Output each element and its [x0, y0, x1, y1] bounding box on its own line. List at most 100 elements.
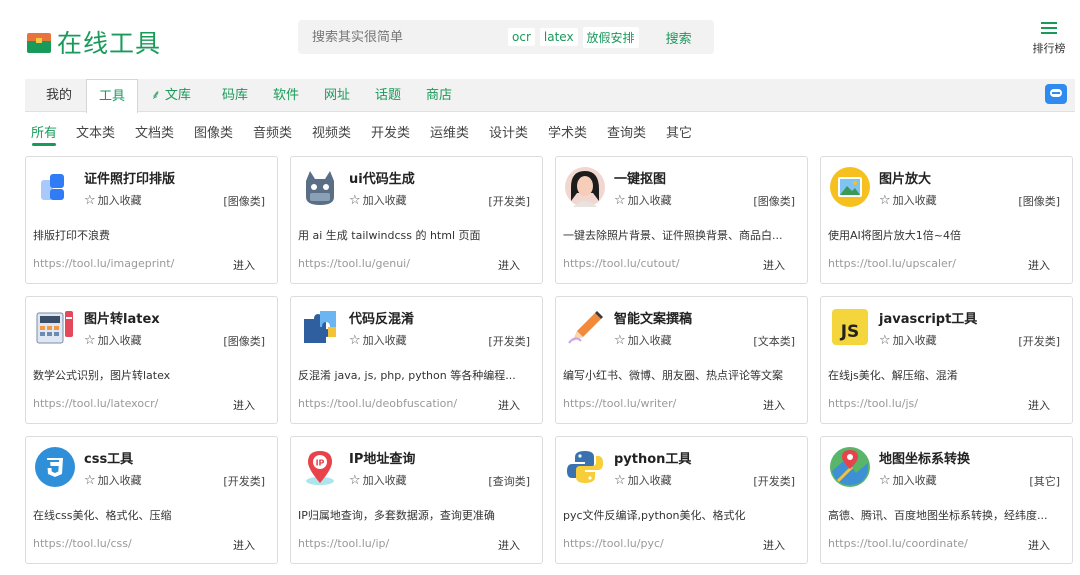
- ranking-button[interactable]: 排行榜: [1030, 22, 1068, 56]
- search-button[interactable]: 搜索: [666, 28, 692, 47]
- card-category[interactable]: [开发类]: [753, 473, 795, 489]
- add-favorite-button[interactable]: ☆ 加入收藏: [84, 332, 142, 348]
- search-tag-holiday[interactable]: 放假安排: [582, 26, 639, 48]
- tool-card[interactable]: IP IP地址查询 ☆ 加入收藏 [查询类] IP归属地查询，多套数据源，查询更…: [290, 436, 543, 564]
- tool-card[interactable]: 地图坐标系转换 ☆ 加入收藏 [其它] 高德、腾讯、百度地图坐标系转换，经纬度.…: [820, 436, 1073, 564]
- card-title[interactable]: 一键抠图: [614, 168, 666, 187]
- cat-image[interactable]: 图像类: [194, 122, 233, 141]
- nav-item-sites[interactable]: 网址: [324, 79, 350, 112]
- card-category[interactable]: [图像类]: [1018, 193, 1060, 209]
- add-favorite-button[interactable]: ☆ 加入收藏: [614, 332, 672, 348]
- card-url[interactable]: https://tool.lu/cutout/: [563, 257, 680, 270]
- add-favorite-button[interactable]: ☆ 加入收藏: [349, 192, 407, 208]
- card-url[interactable]: https://tool.lu/js/: [828, 397, 918, 410]
- card-category[interactable]: [开发类]: [488, 333, 530, 349]
- enter-button[interactable]: 进入: [1028, 257, 1050, 273]
- cat-ops[interactable]: 运维类: [430, 122, 469, 141]
- nav-item-shop[interactable]: 商店: [426, 79, 452, 112]
- card-url[interactable]: https://tool.lu/css/: [33, 537, 132, 550]
- add-favorite-button[interactable]: ☆ 加入收藏: [614, 472, 672, 488]
- tool-card[interactable]: ui代码生成 ☆ 加入收藏 [开发类] 用 ai 生成 tailwindcss …: [290, 156, 543, 284]
- cat-video[interactable]: 视频类: [312, 122, 351, 141]
- tool-card[interactable]: 代码反混淆 ☆ 加入收藏 [开发类] 反混淆 java, js, php, py…: [290, 296, 543, 424]
- search-tag-latex[interactable]: latex: [539, 28, 578, 46]
- site-logo[interactable]: 在线工具: [27, 24, 161, 60]
- card-category[interactable]: [查询类]: [488, 473, 530, 489]
- cat-audio[interactable]: 音频类: [253, 122, 292, 141]
- enter-button[interactable]: 进入: [498, 257, 520, 273]
- card-category[interactable]: [其它]: [1029, 473, 1060, 489]
- card-title[interactable]: 证件照打印排版: [84, 168, 175, 187]
- card-url[interactable]: https://tool.lu/ip/: [298, 537, 389, 550]
- add-favorite-button[interactable]: ☆ 加入收藏: [879, 332, 937, 348]
- card-title[interactable]: python工具: [614, 448, 691, 467]
- card-category[interactable]: [图像类]: [753, 193, 795, 209]
- tool-card[interactable]: 一键抠图 ☆ 加入收藏 [图像类] 一键去除照片背景、证件照换背景、商品白...…: [555, 156, 808, 284]
- card-url[interactable]: https://tool.lu/deobfuscation/: [298, 397, 457, 410]
- card-category[interactable]: [开发类]: [223, 473, 265, 489]
- tool-card[interactable]: 证件照打印排版 ☆ 加入收藏 [图像类] 排版打印不浪费 https://too…: [25, 156, 278, 284]
- tool-card[interactable]: 智能文案撰稿 ☆ 加入收藏 [文本类] 编写小红书、微博、朋友圈、热点评论等文案…: [555, 296, 808, 424]
- cat-text[interactable]: 文本类: [76, 122, 115, 141]
- card-title[interactable]: IP地址查询: [349, 448, 415, 467]
- card-category[interactable]: [图像类]: [223, 333, 265, 349]
- cat-other[interactable]: 其它: [666, 122, 692, 141]
- chat-icon[interactable]: [1045, 84, 1067, 104]
- card-title[interactable]: 地图坐标系转换: [879, 448, 970, 467]
- enter-button[interactable]: 进入: [498, 397, 520, 413]
- nav-item-library[interactable]: ⸙ 文库: [151, 79, 191, 112]
- card-title[interactable]: 图片转latex: [84, 308, 160, 327]
- card-title[interactable]: ui代码生成: [349, 168, 415, 187]
- card-title[interactable]: css工具: [84, 448, 133, 467]
- tool-card[interactable]: 图片放大 ☆ 加入收藏 [图像类] 使用AI将图片放大1倍~4倍 https:/…: [820, 156, 1073, 284]
- cat-dev[interactable]: 开发类: [371, 122, 410, 141]
- enter-button[interactable]: 进入: [233, 537, 255, 553]
- cat-design[interactable]: 设计类: [489, 122, 528, 141]
- nav-item-mine[interactable]: 我的: [46, 79, 72, 112]
- tool-card[interactable]: 图片转latex ☆ 加入收藏 [图像类] 数学公式识别，图片转latex ht…: [25, 296, 278, 424]
- card-title[interactable]: 图片放大: [879, 168, 931, 187]
- cat-academic[interactable]: 学术类: [548, 122, 587, 141]
- add-favorite-button[interactable]: ☆ 加入收藏: [349, 472, 407, 488]
- card-category[interactable]: [开发类]: [1018, 333, 1060, 349]
- enter-button[interactable]: 进入: [763, 257, 785, 273]
- add-favorite-button[interactable]: ☆ 加入收藏: [614, 192, 672, 208]
- enter-button[interactable]: 进入: [1028, 537, 1050, 553]
- card-url[interactable]: https://tool.lu/imageprint/: [33, 257, 174, 270]
- search-input[interactable]: [312, 29, 508, 45]
- enter-button[interactable]: 进入: [233, 397, 255, 413]
- nav-item-code[interactable]: 码库: [222, 79, 248, 112]
- cat-query[interactable]: 查询类: [607, 122, 646, 141]
- card-title[interactable]: 代码反混淆: [349, 308, 414, 327]
- nav-item-tools[interactable]: 工具: [86, 79, 139, 113]
- add-favorite-button[interactable]: ☆ 加入收藏: [84, 192, 142, 208]
- card-category[interactable]: [文本类]: [753, 333, 795, 349]
- card-category[interactable]: [图像类]: [223, 193, 265, 209]
- enter-button[interactable]: 进入: [233, 257, 255, 273]
- tool-card[interactable]: python工具 ☆ 加入收藏 [开发类] pyc文件反编译,python美化、…: [555, 436, 808, 564]
- card-url[interactable]: https://tool.lu/genui/: [298, 257, 410, 270]
- add-favorite-button[interactable]: ☆ 加入收藏: [879, 192, 937, 208]
- add-favorite-button[interactable]: ☆ 加入收藏: [349, 332, 407, 348]
- add-favorite-button[interactable]: ☆ 加入收藏: [879, 472, 937, 488]
- enter-button[interactable]: 进入: [763, 537, 785, 553]
- nav-item-topics[interactable]: 话题: [375, 79, 401, 112]
- cat-doc[interactable]: 文档类: [135, 122, 174, 141]
- card-title[interactable]: javascript工具: [879, 308, 977, 327]
- tool-card[interactable]: JS javascript工具 ☆ 加入收藏 [开发类] 在线js美化、解压缩、…: [820, 296, 1073, 424]
- card-url[interactable]: https://tool.lu/upscaler/: [828, 257, 956, 270]
- enter-button[interactable]: 进入: [498, 537, 520, 553]
- search-tag-ocr[interactable]: ocr: [508, 28, 535, 46]
- card-url[interactable]: https://tool.lu/coordinate/: [828, 537, 968, 550]
- add-favorite-button[interactable]: ☆ 加入收藏: [84, 472, 142, 488]
- nav-item-software[interactable]: 软件: [273, 79, 299, 112]
- cat-all[interactable]: 所有: [31, 122, 57, 141]
- enter-button[interactable]: 进入: [1028, 397, 1050, 413]
- card-url[interactable]: https://tool.lu/pyc/: [563, 537, 664, 550]
- enter-button[interactable]: 进入: [763, 397, 785, 413]
- tool-card[interactable]: css工具 ☆ 加入收藏 [开发类] 在线css美化、格式化、压缩 https:…: [25, 436, 278, 564]
- card-url[interactable]: https://tool.lu/writer/: [563, 397, 676, 410]
- card-category[interactable]: [开发类]: [488, 193, 530, 209]
- card-title[interactable]: 智能文案撰稿: [614, 308, 692, 327]
- card-url[interactable]: https://tool.lu/latexocr/: [33, 397, 158, 410]
